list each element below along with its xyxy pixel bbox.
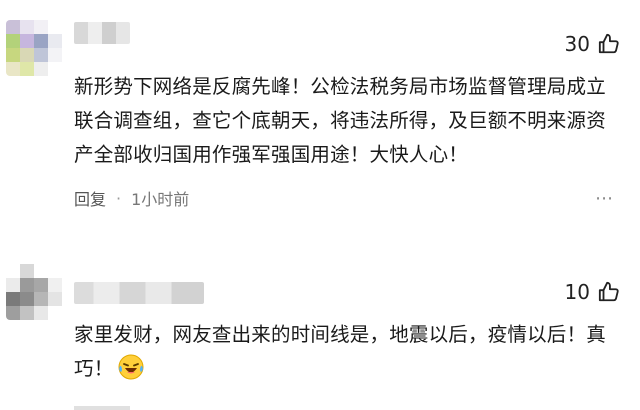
comment-item: 10 家里发财，网友查出来的时间线是，地震以后，疫情以后！真巧！ [0,248,640,410]
thumbs-up-icon [598,33,620,55]
avatar[interactable] [6,264,62,320]
laughing-tears-emoji-icon [117,353,145,392]
like-button[interactable]: 10 [565,280,620,304]
comment-meta: 回复 · 1小时前 [74,186,189,210]
username[interactable] [74,282,204,304]
like-button[interactable]: 30 [565,32,620,56]
comment-text-content: 家里发财，网友查出来的时间线是，地震以后，疫情以后！真巧！ [74,323,606,380]
avatar[interactable] [6,20,62,76]
comment-text: 新形势下网络是反腐先峰！公检法税务局市场监督管理局成立联合调查组，查它个底朝天，… [74,75,606,166]
thumbs-up-icon [598,281,620,303]
like-count: 30 [564,32,590,56]
more-options-button[interactable]: ⋯ [595,188,614,209]
comment-item: 30 新形势下网络是反腐先峰！公检法税务局市场监督管理局成立联合调查组，查它个底… [0,0,640,240]
comment-text: 家里发财，网友查出来的时间线是，地震以后，疫情以后！真巧！ [74,318,624,392]
like-count: 10 [564,280,590,304]
reply-button[interactable]: 回复 [74,186,106,210]
separator: · [116,188,122,208]
username[interactable] [74,22,130,44]
timestamp: 1小时前 [131,190,190,209]
username-preview [74,406,130,410]
